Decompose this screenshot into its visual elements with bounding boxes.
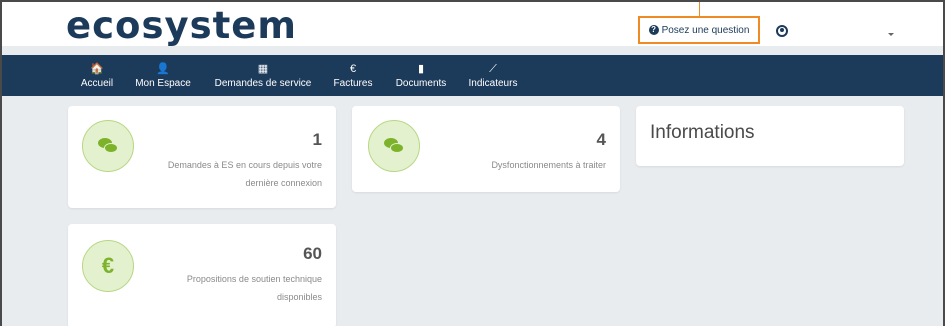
stat-card-demandes[interactable]: 1 Demandes à ES en cours depuis votre de… <box>68 106 336 208</box>
nav-item-factures[interactable]: € Factures <box>331 55 375 96</box>
stat-card-propositions[interactable]: € 60 Propositions de soutien technique d… <box>68 224 336 326</box>
comments-icon <box>368 120 420 172</box>
euro-icon: € <box>82 240 134 292</box>
app-frame: ecosystem ? Posez une question 🏠 Accueil… <box>0 0 945 326</box>
nav-item-label: Accueil <box>80 77 114 89</box>
home-icon: 🏠 <box>90 62 104 75</box>
question-circle-icon: ? <box>648 25 659 35</box>
user-circle-icon[interactable] <box>776 25 788 37</box>
callout-line <box>699 2 700 16</box>
main-nav: 🏠 Accueil 👤 Mon Espace ▦ Demandes de ser… <box>2 55 943 96</box>
nav-item-label: Documents <box>395 77 447 89</box>
card-description: Propositions de soutien technique dispon… <box>186 274 322 302</box>
card-description: Dysfonctionnements à traiter <box>491 160 606 170</box>
nav-item-indicateurs[interactable]: ⟋ Indicateurs <box>466 55 520 96</box>
nav-item-label: Mon Espace <box>135 77 191 89</box>
nav-item-demandes-de-service[interactable]: ▦ Demandes de service <box>211 55 315 96</box>
informations-title: Informations <box>650 122 755 143</box>
calendar-icon: ▦ <box>257 62 269 75</box>
informations-panel: Informations <box>636 106 904 166</box>
nav-item-accueil[interactable]: 🏠 Accueil <box>80 55 114 96</box>
nav-item-label: Demandes de service <box>214 77 312 89</box>
ecosystem-logo[interactable]: ecosystem <box>66 7 297 44</box>
card-count: 4 <box>596 130 606 149</box>
nav-item-mon-espace[interactable]: 👤 Mon Espace <box>132 55 194 96</box>
chart-icon: ⟋ <box>489 62 497 75</box>
caret-down-icon[interactable] <box>888 33 894 36</box>
file-icon: ▮ <box>417 62 425 75</box>
comments-icon <box>82 120 134 172</box>
nav-item-label: Indicateurs <box>468 77 518 89</box>
stat-card-dysfonctionnements[interactable]: 4 Dysfonctionnements à traiter <box>352 106 620 192</box>
card-count: 60 <box>303 244 322 263</box>
top-header: ecosystem ? Posez une question <box>2 2 943 46</box>
euro-icon: € <box>349 62 357 75</box>
user-icon: 👤 <box>156 62 170 75</box>
nav-item-label: Factures <box>333 77 373 89</box>
nav-item-documents[interactable]: ▮ Documents <box>393 55 449 96</box>
ask-question-button[interactable]: ? Posez une question <box>638 16 760 44</box>
card-description: Demandes à ES en cours depuis votre dern… <box>167 160 322 188</box>
card-count: 1 <box>312 130 322 149</box>
ask-question-label: Posez une question <box>661 24 750 36</box>
